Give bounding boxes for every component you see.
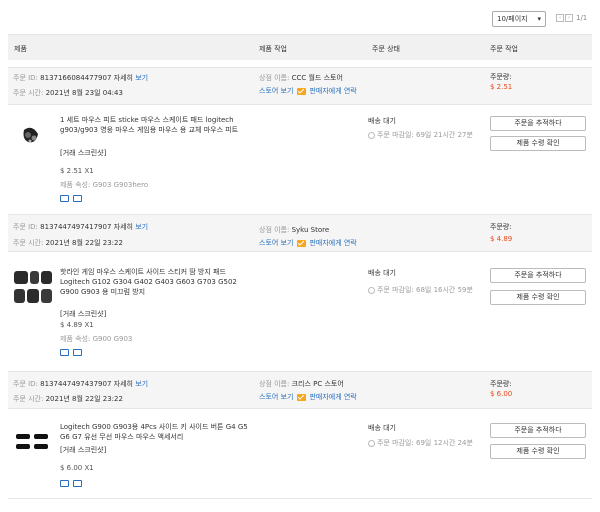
product-name[interactable]: Logitech G900 G903용 4Pcs 사이드 키 사이드 버튼 G4… bbox=[60, 422, 254, 442]
store-view-link[interactable]: 스토어 보기 bbox=[259, 87, 293, 95]
order-deadline: 주문 마감일: 69일 12시간 24분 bbox=[368, 438, 488, 448]
product-name[interactable]: 1 세트 마우스 피트 sticke 마우스 스케이트 패드 logitech … bbox=[60, 115, 254, 135]
col-order-action: 주문 작업 bbox=[490, 45, 518, 53]
store-links: 스토어 보기 판매자에게 연락 bbox=[259, 238, 357, 248]
clock-icon bbox=[368, 439, 375, 447]
product-icons bbox=[60, 349, 86, 358]
toolbar: 10/페이지 ▾ ‹ › 1/1 bbox=[0, 0, 600, 34]
product-price: $ 2.51 X1 bbox=[60, 167, 94, 175]
order-detail-link[interactable]: 보기 bbox=[135, 380, 148, 388]
track-order-button[interactable]: 주문을 추적하다 bbox=[490, 116, 586, 131]
order-time-line: 주문 시간: 2021년 8월 22일 23:22 bbox=[13, 395, 123, 403]
screenshot-link[interactable]: [거래 스크린샷] bbox=[60, 445, 106, 455]
store-links: 스토어 보기 판매자에게 연락 bbox=[259, 86, 357, 96]
order-status: 배송 대기 bbox=[368, 424, 396, 432]
order-amount-label: 주문량: bbox=[490, 73, 512, 81]
snapshot-icon[interactable] bbox=[60, 195, 69, 202]
mail-icon bbox=[297, 393, 307, 401]
order-header: 주문 ID: 8137447497437907 자세히 보기 주문 시간: 20… bbox=[8, 371, 592, 409]
order-amount-value: $ 4.89 bbox=[490, 235, 513, 243]
order-amount-label: 주문량: bbox=[490, 380, 512, 388]
table-header: 제품 제품 작업 주문 상태 주문 작업 bbox=[8, 34, 592, 60]
product-attr: 제품 속성: G900 G903 bbox=[60, 335, 133, 343]
order-detail-link[interactable]: 보기 bbox=[135, 223, 148, 231]
store-name-line: 상점 이름: Syku Store bbox=[259, 226, 330, 234]
snapshot-icon[interactable] bbox=[60, 349, 69, 356]
order-id-line: 주문 ID: 8137447497417907 자세히 보기 bbox=[13, 223, 149, 231]
contact-seller-link[interactable]: 판매자에게 연락 bbox=[309, 239, 356, 247]
order-status: 배송 대기 bbox=[368, 269, 396, 277]
mail-icon bbox=[297, 87, 307, 95]
store-links: 스토어 보기 판매자에게 연락 bbox=[259, 392, 357, 402]
col-product: 제품 bbox=[14, 45, 27, 53]
order-amount-value: $ 6.00 bbox=[490, 390, 513, 398]
product-attr: 제품 속성: G903 G903hero bbox=[60, 181, 149, 189]
per-page-value: 10/페이지 bbox=[497, 15, 528, 23]
clock-icon bbox=[368, 131, 375, 139]
track-order-button[interactable]: 주문을 추적하다 bbox=[490, 423, 586, 438]
order-id-line: 주문 ID: 8137166084477907 자세히 보기 bbox=[13, 74, 149, 82]
track-order-button[interactable]: 주문을 추적하다 bbox=[490, 268, 586, 283]
per-page-select[interactable]: 10/페이지 ▾ bbox=[492, 11, 546, 27]
order-time-line: 주문 시간: 2021년 8월 22일 23:22 bbox=[13, 239, 123, 247]
confirm-receipt-button[interactable]: 제품 수령 확인 bbox=[490, 290, 586, 305]
order-item: 1 세트 마우스 피트 sticke 마우스 스케이트 패드 logitech … bbox=[8, 106, 592, 210]
prev-page-icon[interactable]: ‹ bbox=[556, 14, 564, 22]
col-product-action: 제품 작업 bbox=[259, 45, 287, 53]
order-deadline: 주문 마감일: 68일 16시간 59분 bbox=[368, 285, 488, 295]
order-deadline: 주문 마감일: 69일 21시간 27분 bbox=[368, 130, 488, 140]
store-view-link[interactable]: 스토어 보기 bbox=[259, 239, 293, 247]
order-id-line: 주문 ID: 8137447497437907 자세히 보기 bbox=[13, 380, 149, 388]
col-order-status: 주문 상태 bbox=[372, 45, 400, 53]
product-price: $ 4.89 X1 bbox=[60, 321, 94, 329]
snapshot-icon[interactable] bbox=[60, 480, 69, 487]
cart-icon[interactable] bbox=[73, 349, 82, 356]
order-item: Logitech G900 G903용 4Pcs 사이드 키 사이드 버튼 G4… bbox=[8, 410, 592, 498]
screenshot-link[interactable]: [거래 스크린샷] bbox=[60, 309, 106, 319]
confirm-receipt-button[interactable]: 제품 수령 확인 bbox=[490, 444, 586, 459]
store-name-line: 상점 이름: CCC 월드 스토어 bbox=[259, 74, 343, 82]
order-status: 배송 대기 bbox=[368, 117, 396, 125]
order-item: 핫라인 게임 마우스 스케이트 사이드 스티커 땀 방지 패드 Logitech… bbox=[8, 255, 592, 360]
order-header: 주문 ID: 8137447497417907 자세히 보기 주문 시간: 20… bbox=[8, 214, 592, 252]
product-icons bbox=[60, 195, 86, 204]
order-header: 주문 ID: 8137166084477907 자세히 보기 주문 시간: 20… bbox=[8, 67, 592, 105]
pager: ‹ › 1/1 bbox=[556, 14, 587, 22]
order-amount-value: $ 2.51 bbox=[490, 83, 513, 91]
screenshot-link[interactable]: [거래 스크린샷] bbox=[60, 148, 106, 158]
contact-seller-link[interactable]: 판매자에게 연락 bbox=[309, 393, 356, 401]
clock-icon bbox=[368, 286, 375, 294]
confirm-receipt-button[interactable]: 제품 수령 확인 bbox=[490, 136, 586, 151]
cart-icon[interactable] bbox=[73, 480, 82, 487]
product-name[interactable]: 핫라인 게임 마우스 스케이트 사이드 스티커 땀 방지 패드 Logitech… bbox=[60, 267, 254, 297]
product-image[interactable] bbox=[12, 267, 54, 309]
product-image[interactable] bbox=[12, 116, 54, 158]
store-view-link[interactable]: 스토어 보기 bbox=[259, 393, 293, 401]
contact-seller-link[interactable]: 판매자에게 연락 bbox=[309, 87, 356, 95]
product-image[interactable] bbox=[12, 422, 54, 464]
store-name-line: 상점 이름: 크리스 PC 스토어 bbox=[259, 380, 344, 388]
product-price: $ 6.00 X1 bbox=[60, 464, 94, 472]
chevron-down-icon: ▾ bbox=[537, 15, 541, 23]
order-detail-link[interactable]: 보기 bbox=[135, 74, 148, 82]
order-time-line: 주문 시간: 2021년 8월 23일 04:43 bbox=[13, 89, 123, 97]
order-amount-label: 주문량: bbox=[490, 223, 512, 231]
product-icons bbox=[60, 480, 86, 489]
page-indicator: 1/1 bbox=[576, 14, 588, 22]
divider bbox=[8, 498, 592, 499]
cart-icon[interactable] bbox=[73, 195, 82, 202]
mail-icon bbox=[297, 239, 307, 247]
next-page-icon[interactable]: › bbox=[565, 14, 573, 22]
